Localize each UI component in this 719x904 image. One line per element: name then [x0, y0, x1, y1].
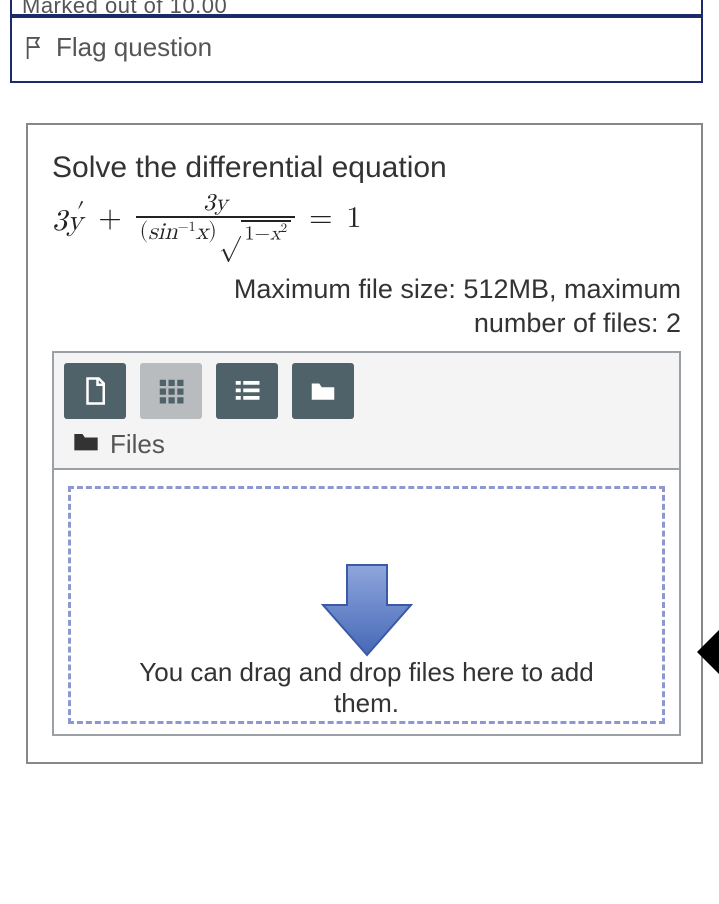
file-manager: Files You can [52, 351, 681, 736]
grid-view-button[interactable] [140, 363, 202, 419]
eq-denominator: (sin−1x) √ 1−x2 [136, 218, 296, 245]
file-dropzone[interactable]: You can drag and drop files here to add … [68, 486, 665, 724]
file-manager-toolbar: Files [54, 353, 679, 470]
marked-out-partial: Marked out of 10.00 [10, 0, 703, 16]
eq-rhs: 1 [347, 200, 362, 236]
eq-equals: = [309, 200, 332, 236]
flag-icon [24, 35, 46, 61]
eq-lhs: 3y′ [52, 198, 84, 239]
flag-label: Flag question [56, 32, 212, 63]
folder-icon [308, 376, 338, 406]
files-breadcrumb[interactable]: Files [64, 419, 669, 462]
grid-icon [156, 376, 186, 406]
folder-view-button[interactable] [292, 363, 354, 419]
folder-mini-icon [72, 429, 100, 460]
file-limits: Maximum file size: 512MB, maximum number… [52, 273, 681, 341]
flag-question-button[interactable]: Flag question [10, 16, 703, 83]
dropzone-text: You can drag and drop files here to add … [129, 657, 603, 719]
list-view-button[interactable] [216, 363, 278, 419]
list-icon [232, 376, 262, 406]
equation: 3y′ + 3y (sin−1x) √ 1−x2 = 1 [52, 191, 681, 245]
add-file-button[interactable] [64, 363, 126, 419]
eq-plus: + [98, 200, 121, 236]
eq-numerator: 3y [197, 191, 234, 216]
dropzone-container: You can drag and drop files here to add … [54, 470, 679, 734]
marked-out-text: Marked out of 10.00 [22, 0, 227, 16]
files-label: Files [110, 429, 165, 460]
question-prompt: Solve the differential equation [52, 151, 681, 185]
file-icon [80, 376, 110, 406]
eq-fraction: 3y (sin−1x) √ 1−x2 [136, 191, 296, 245]
question-card: Solve the differential equation 3y′ + 3y… [26, 123, 703, 764]
download-arrow-icon [312, 559, 422, 664]
